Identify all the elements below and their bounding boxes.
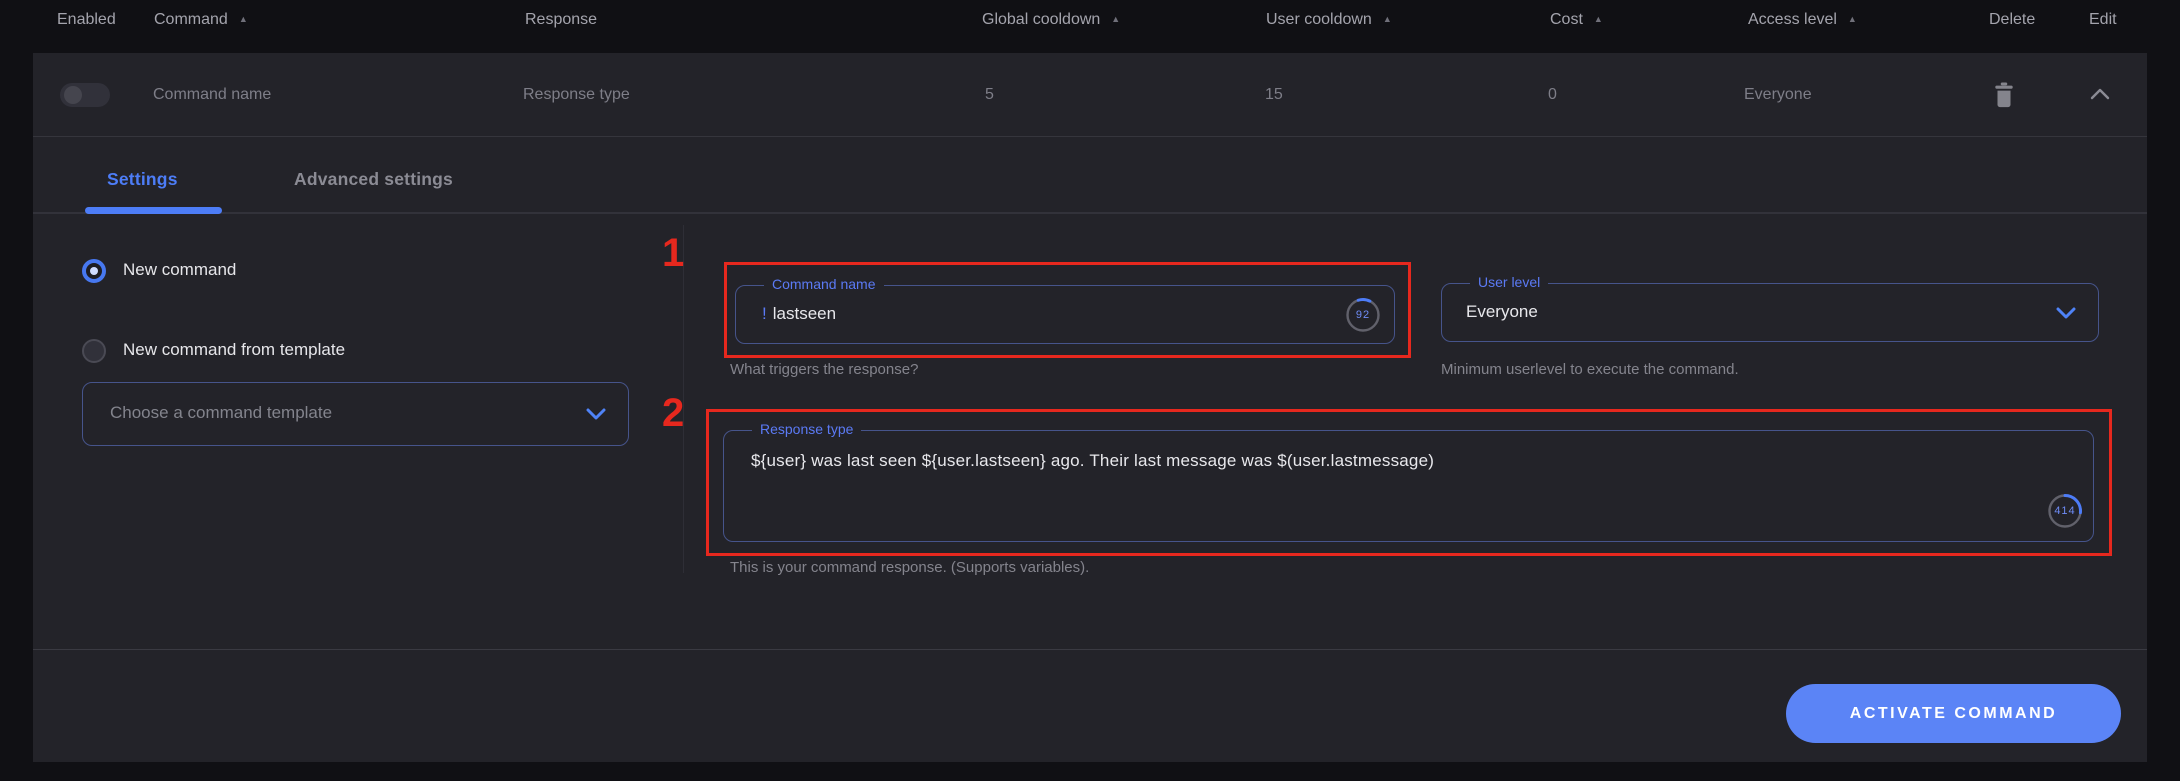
radio-new-command-from-template[interactable] [82,339,106,363]
char-counter: 414 [2047,493,2083,529]
tab-settings[interactable]: Settings [107,169,178,190]
radio-new-command-label[interactable]: New command [123,260,236,280]
user-level-helper: Minimum userlevel to execute the command… [1441,361,1739,378]
char-counter-value: 414 [2047,505,2083,517]
command-name-label: Command name [764,276,884,292]
annotation-step-1: 1 [662,233,684,273]
column-header-global-cooldown[interactable]: Global cooldown ▲ [982,11,1120,29]
column-header-access-level[interactable]: Access level ▲ [1748,11,1857,29]
radio-selected-dot [90,267,98,275]
row-response-type: Response type [523,86,630,104]
column-header-edit: Edit [2089,11,2117,29]
panel-footer: ACTIVATE COMMAND [33,649,2147,762]
row-global-cooldown: 5 [985,86,994,104]
column-header-command[interactable]: Command ▲ [154,11,248,29]
toggle-knob [64,86,82,104]
row-command-name: Command name [153,86,271,104]
chevron-down-icon [586,408,606,420]
row-user-cooldown: 15 [1265,86,1283,104]
radio-new-command[interactable] [82,259,106,283]
command-prefix: ! [762,304,767,323]
column-header-response: Response [525,11,597,29]
column-header-global-cooldown-label: Global cooldown [982,11,1100,28]
response-textarea[interactable]: Response type ${user} was last seen ${us… [723,430,2094,542]
column-header-user-cooldown-label: User cooldown [1266,11,1372,28]
column-header-cost[interactable]: Cost ▲ [1550,11,1603,29]
activate-command-button[interactable]: ACTIVATE COMMAND [1786,684,2121,743]
char-counter-value: 92 [1345,309,1381,321]
chevron-up-icon [2089,87,2111,101]
user-level-select[interactable]: User level Everyone [1441,283,2099,342]
template-select-placeholder: Choose a command template [110,403,332,423]
column-header-enabled: Enabled [57,11,116,29]
command-name-helper: What triggers the response? [730,361,918,378]
response-helper: This is your command response. (Supports… [730,559,1089,576]
response-value: ${user} was last seen ${user.lastseen} a… [751,451,2023,471]
response-type-label: Response type [752,421,861,437]
delete-command-button[interactable] [1993,82,2015,108]
active-tab-indicator [85,207,222,214]
sort-asc-icon: ▲ [239,14,248,24]
trash-icon [1993,82,2015,108]
command-name-value: lastseen [773,304,836,323]
command-editor-screen: Enabled Command ▲ Response Global cooldow… [0,0,2180,781]
sort-asc-icon: ▲ [1848,14,1857,24]
command-template-select[interactable]: Choose a command template [82,382,629,446]
char-counter: 92 [1345,297,1381,333]
sort-asc-icon: ▲ [1111,14,1120,24]
chevron-down-icon [2056,307,2076,319]
column-header-access-level-label: Access level [1748,11,1837,28]
command-name-input[interactable]: Command name !lastseen 92 [735,285,1395,344]
radio-from-template-label[interactable]: New command from template [123,340,345,360]
settings-tabbar: Settings Advanced settings [33,138,2147,214]
column-header-delete: Delete [1989,11,2035,29]
command-row-panel: Command name Response type 5 15 0 Everyo… [33,53,2147,762]
annotation-step-2: 2 [662,393,684,433]
sort-asc-icon: ▲ [1594,14,1603,24]
tab-advanced-settings[interactable]: Advanced settings [294,169,453,190]
row-cost: 0 [1548,86,1557,104]
user-level-value: Everyone [1466,302,1538,322]
enabled-toggle[interactable] [60,83,110,107]
sort-asc-icon: ▲ [1383,14,1392,24]
row-access-level: Everyone [1744,86,1812,104]
user-level-label: User level [1470,274,1548,290]
column-header-cost-label: Cost [1550,11,1583,28]
command-summary-row: Command name Response type 5 15 0 Everyo… [33,53,2147,137]
column-header-user-cooldown[interactable]: User cooldown ▲ [1266,11,1392,29]
column-header-command-label: Command [154,11,228,28]
collapse-row-button[interactable] [2089,87,2111,101]
